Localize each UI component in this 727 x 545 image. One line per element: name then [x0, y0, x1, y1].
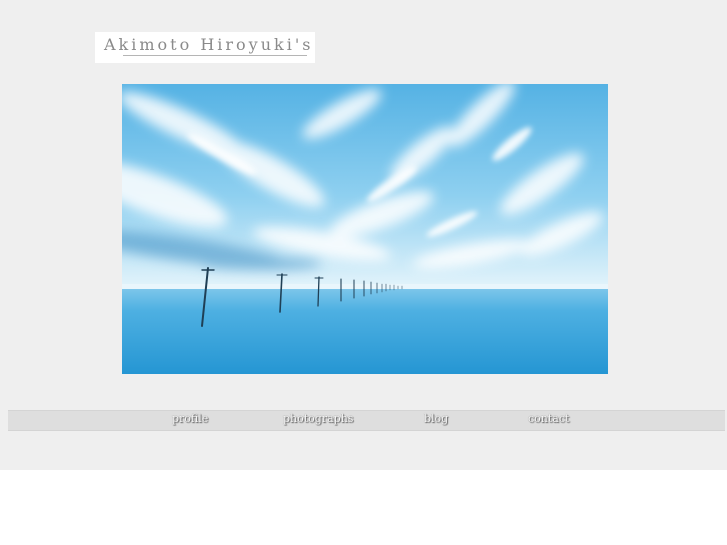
nav-contact-link[interactable]: contact [528, 412, 569, 425]
page-background: Akimoto Hiroyuki's profile photographs b… [0, 0, 727, 470]
hero-photo [122, 84, 608, 374]
nav-photographs-link[interactable]: photographs [283, 412, 353, 425]
site-logo[interactable]: Akimoto Hiroyuki's [95, 32, 315, 63]
logo-underline [123, 55, 307, 56]
main-navigation: profile photographs blog contact [8, 410, 725, 431]
seascape-photo-icon [122, 84, 608, 374]
nav-blog-link[interactable]: blog [424, 412, 448, 425]
nav-profile-link[interactable]: profile [172, 412, 208, 425]
site-logo-text: Akimoto Hiroyuki's [104, 35, 314, 54]
